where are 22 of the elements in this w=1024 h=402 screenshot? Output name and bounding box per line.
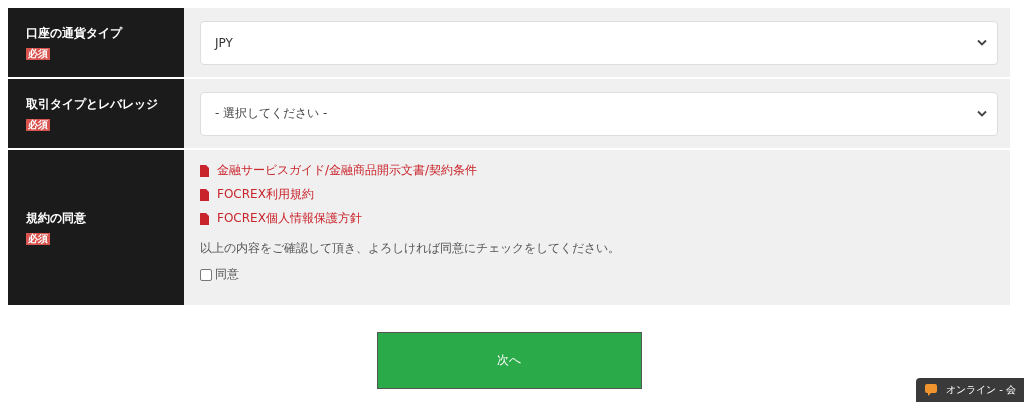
- document-link[interactable]: 金融サービスガイド/金融商品開示文書/契約条件: [217, 162, 478, 179]
- chevron-down-icon: [977, 39, 987, 46]
- document-link[interactable]: FOCREX個人情報保護方針: [217, 210, 362, 227]
- required-badge: 必須: [26, 48, 50, 60]
- next-button[interactable]: 次へ: [376, 332, 642, 389]
- document-icon: [200, 212, 209, 225]
- select-field[interactable]: - 選択してください -: [200, 91, 998, 136]
- instruction-text: 以上の内容をご確認して頂き、よろしければ同意にチェックをしてください。: [200, 241, 621, 256]
- required-badge: 必須: [26, 119, 50, 131]
- field-label: 口座の通貨タイプ: [26, 25, 124, 42]
- field-label: 規約の同意: [26, 210, 87, 227]
- document-icon: [200, 188, 209, 201]
- field-label: 取引タイプとレバレッジ: [26, 96, 159, 113]
- chat-widget[interactable]: オンライン - 会: [916, 378, 1024, 402]
- checkbox-label: 同意: [215, 266, 239, 283]
- document-link[interactable]: FOCREX利用規約: [217, 186, 314, 203]
- select-field[interactable]: JPY: [200, 20, 998, 65]
- document-icon: [200, 164, 209, 177]
- agree-checkbox[interactable]: [200, 268, 212, 281]
- speech-bubble-icon: [924, 383, 938, 397]
- required-badge: 必須: [26, 233, 50, 245]
- chevron-down-icon: [977, 110, 987, 117]
